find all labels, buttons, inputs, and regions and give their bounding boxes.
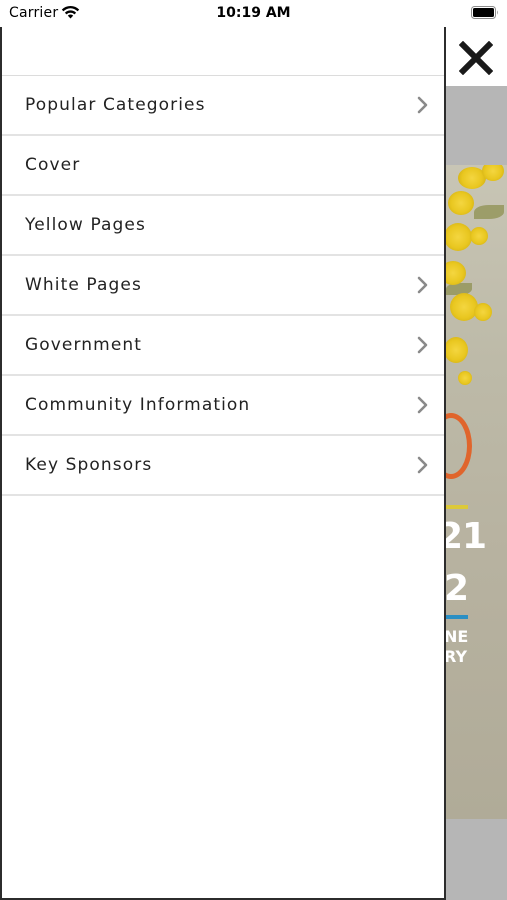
menu-item-label: Yellow Pages <box>25 215 146 235</box>
menu-item-community-information[interactable]: Community Information <box>2 376 444 436</box>
menu-item-label: Key Sponsors <box>25 455 153 475</box>
menu-item-key-sponsors[interactable]: Key Sponsors <box>2 436 444 496</box>
chevron-right-icon <box>417 336 428 354</box>
menu-item-cover[interactable]: Cover <box>2 136 444 196</box>
battery-icon <box>471 6 498 19</box>
drawer-header <box>2 27 444 76</box>
menu-item-popular-categories[interactable]: Popular Categories <box>2 76 444 136</box>
cover-text-line3: NE <box>444 627 469 646</box>
status-time: 10:19 AM <box>216 5 291 21</box>
cover-ring <box>444 413 472 479</box>
chevron-right-icon <box>417 96 428 114</box>
cover-image[interactable]: 21 2 NE RY <box>444 165 507 819</box>
cover-text-line2: 2 <box>444 568 469 609</box>
chevron-right-icon <box>417 276 428 294</box>
cover-text-line1: 21 <box>444 516 487 557</box>
close-button[interactable] <box>457 39 495 77</box>
status-bar: Carrier 10:19 AM <box>0 0 507 27</box>
menu-item-label: Government <box>25 335 143 355</box>
menu-item-yellow-pages[interactable]: Yellow Pages <box>2 196 444 256</box>
chevron-right-icon <box>417 396 428 414</box>
menu-item-label: Cover <box>25 155 81 175</box>
cover-blue-line <box>444 615 468 619</box>
cover-text-line4: RY <box>444 647 468 666</box>
menu-item-label: White Pages <box>25 275 142 295</box>
menu-item-label: Community Information <box>25 395 251 415</box>
cover-yellow-line <box>444 505 468 509</box>
navigation-drawer: Popular Categories Cover Yellow Pages Wh… <box>0 25 446 900</box>
menu-item-white-pages[interactable]: White Pages <box>2 256 444 316</box>
menu-item-government[interactable]: Government <box>2 316 444 376</box>
chevron-right-icon <box>417 456 428 474</box>
close-icon <box>459 41 493 75</box>
menu-item-label: Popular Categories <box>25 95 206 115</box>
